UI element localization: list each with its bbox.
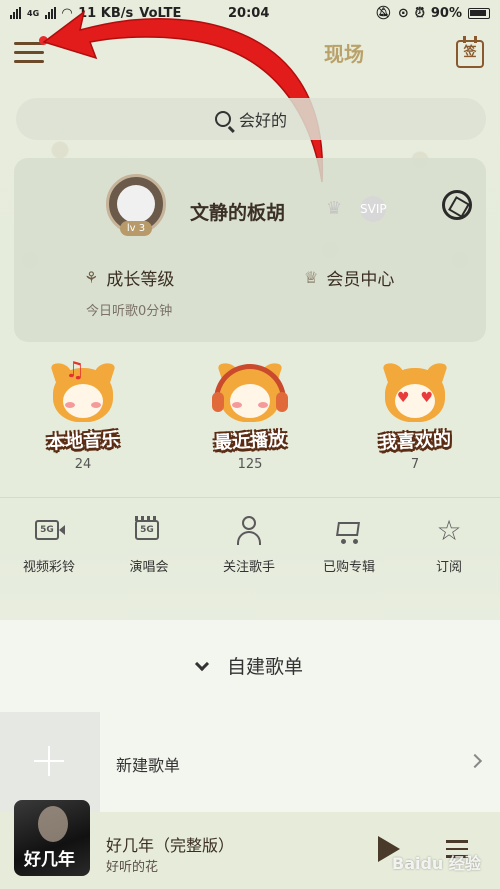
album-art[interactable]: 好几年 bbox=[14, 800, 90, 876]
vip-center-label: 会员中心 bbox=[326, 270, 395, 290]
quick-action-label: 演唱会 bbox=[129, 560, 169, 575]
search-placeholder: 会好的 bbox=[238, 111, 287, 130]
growth-level-label: 成长等级 bbox=[106, 270, 175, 290]
volte-label: VoLTE bbox=[139, 5, 182, 21]
mascot-title: 我喜欢的 bbox=[378, 429, 452, 454]
new-playlist-label: 新建歌单 bbox=[116, 756, 181, 775]
watermark-logo: Baidu 经验 bbox=[392, 854, 481, 873]
menu-line-icon bbox=[14, 51, 44, 54]
section-title: 自建歌单 bbox=[227, 656, 304, 678]
svip-badge[interactable]: SVIP bbox=[360, 196, 387, 222]
purchased-albums-button[interactable]: 已购专辑 bbox=[304, 516, 394, 575]
username[interactable]: 文静的板胡 bbox=[190, 198, 285, 225]
mute-icon: 🔕︎ bbox=[375, 5, 392, 21]
self-built-playlists-header[interactable]: 自建歌单 bbox=[0, 652, 500, 679]
music-note-icon: ♫ bbox=[65, 358, 85, 383]
concert-icon: 5G bbox=[133, 516, 165, 546]
lock-rotation-icon: ⊙ bbox=[397, 5, 409, 21]
camera-shutter-icon[interactable] bbox=[442, 190, 472, 220]
quick-action-label: 关注歌手 bbox=[222, 560, 275, 575]
star-icon: ☆ bbox=[436, 514, 462, 547]
new-playlist-row[interactable]: 新建歌单 bbox=[0, 712, 500, 812]
network-type: 4G bbox=[27, 8, 40, 18]
wifi-icon: ◠ bbox=[62, 5, 73, 21]
concert-button[interactable]: 5G 演唱会 bbox=[104, 516, 194, 575]
svip-crown-icon[interactable]: ♛ bbox=[326, 198, 350, 219]
checkin-button[interactable]: 签 bbox=[456, 36, 484, 68]
mini-player[interactable]: 好几年 好几年（完整版） 好听的花 Baidu 经验 bbox=[0, 800, 500, 889]
status-right: 🔕︎ ⊙ ⏰︎ 90% bbox=[375, 6, 490, 21]
vip-crown-icon: ♕ bbox=[304, 268, 319, 287]
follow-singer-button[interactable]: 关注歌手 bbox=[204, 516, 294, 575]
track-title: 好几年（完整版） bbox=[106, 836, 235, 855]
mascot-title: 最近播放 bbox=[213, 429, 287, 454]
tab-live[interactable]: 现场 bbox=[324, 38, 364, 67]
status-bar: 4G ◠ 11 KB/s VoLTE 20:04 🔕︎ ⊙ ⏰︎ 90% bbox=[0, 0, 500, 26]
signal-icon bbox=[10, 7, 21, 19]
listen-time: 今日听歌0分钟 bbox=[86, 304, 173, 319]
mascot-title: 本地音乐 bbox=[46, 429, 120, 454]
growth-level-link[interactable]: ⚘ 成长等级 bbox=[84, 265, 174, 290]
quick-action-label: 已购专辑 bbox=[322, 560, 375, 575]
top-nav: 现场 签 bbox=[0, 32, 500, 78]
alarm-icon: ⏰︎ bbox=[414, 5, 425, 21]
divider bbox=[0, 497, 500, 498]
chevron-down-icon bbox=[194, 656, 210, 672]
battery-percent: 90% bbox=[430, 5, 462, 21]
chevron-right-icon bbox=[467, 753, 483, 769]
local-music-tile[interactable]: ♫ 本地音乐 24 bbox=[33, 358, 133, 472]
dog-heart-eyes-icon: ♥ ♥ bbox=[377, 359, 453, 432]
album-art-text: 好几年 bbox=[24, 850, 75, 870]
menu-line-icon bbox=[14, 60, 44, 63]
quick-action-label: 订阅 bbox=[435, 560, 462, 575]
mascot-count: 7 bbox=[410, 457, 420, 472]
favorites-tile[interactable]: ♥ ♥ 我喜欢的 7 bbox=[365, 359, 465, 472]
video-ringtone-button[interactable]: 5G 视频彩铃 bbox=[4, 516, 94, 575]
video-ringtone-icon: 5G bbox=[33, 516, 65, 546]
menu-button[interactable] bbox=[14, 42, 44, 68]
profile-card: lv 3 文静的板胡 ♛ SVIP ⚘ 成长等级 ♕ 会员中心 今日听歌0分钟 bbox=[14, 158, 486, 342]
avatar-headphone-icon bbox=[117, 185, 155, 223]
plus-icon bbox=[0, 712, 100, 812]
search-bar[interactable]: 会好的 bbox=[16, 98, 486, 140]
network-speed: 11 KB/s bbox=[78, 5, 134, 21]
level-badge: lv 3 bbox=[120, 221, 152, 236]
mascot-count: 24 bbox=[74, 457, 92, 472]
quick-actions: 5G 视频彩铃 5G 演唱会 关注歌手 已购专辑 ☆ 订阅 bbox=[0, 516, 500, 586]
status-left: 4G ◠ 11 KB/s VoLTE bbox=[10, 6, 181, 21]
cart-icon bbox=[333, 516, 365, 546]
vip-center-link[interactable]: ♕ 会员中心 bbox=[304, 265, 394, 290]
notification-dot bbox=[39, 36, 48, 45]
search-icon bbox=[214, 111, 231, 127]
battery-icon bbox=[468, 7, 490, 19]
follow-singer-icon bbox=[233, 516, 265, 546]
recent-play-tile[interactable]: 最近播放 125 bbox=[200, 359, 300, 472]
subscribe-button[interactable]: ☆ 订阅 bbox=[404, 514, 494, 576]
dog-mascot-icon: ♫ bbox=[45, 358, 121, 432]
album-photo bbox=[38, 806, 68, 842]
quick-action-label: 视频彩铃 bbox=[22, 560, 75, 575]
track-artist: 好听的花 bbox=[106, 860, 159, 875]
mascot-row: ♫ 本地音乐 24 最近播放 125 ♥ ♥ 我喜欢的 7 bbox=[0, 358, 500, 482]
dog-headphones-icon bbox=[212, 359, 288, 432]
signal-icon-2 bbox=[45, 7, 57, 19]
sprout-icon: ⚘ bbox=[84, 268, 99, 287]
mascot-count: 125 bbox=[237, 457, 263, 472]
clock: 20:04 bbox=[228, 5, 270, 21]
